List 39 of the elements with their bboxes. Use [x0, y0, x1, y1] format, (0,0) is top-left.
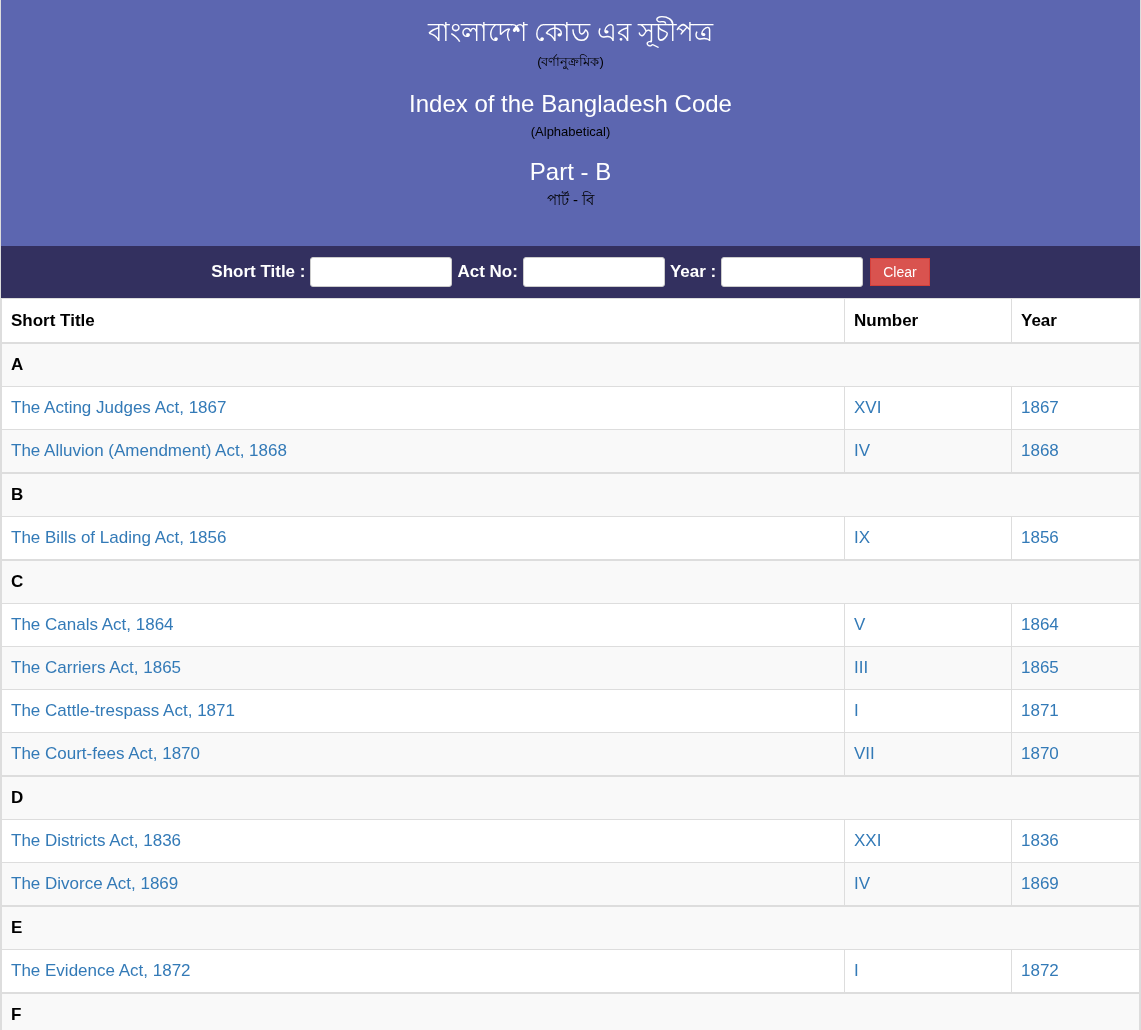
- act-title-link[interactable]: The Alluvion (Amendment) Act, 1868: [1, 429, 845, 473]
- act-title-link[interactable]: The Canals Act, 1864: [1, 603, 845, 647]
- page-title: Index of the Bangladesh Code: [409, 89, 732, 119]
- table-cell: I: [844, 689, 1012, 733]
- act-title-link[interactable]: The Evidence Act, 1872: [1, 949, 845, 993]
- letter-heading: A: [1, 343, 1140, 387]
- filter-label: Year :: [669, 262, 717, 282]
- bengali-title: বাংলাদেশ কোড এর সূচীপত্র: [427, 15, 714, 50]
- act-title-link[interactable]: The Carriers Act, 1865: [1, 646, 845, 690]
- table-cell: XXI: [844, 819, 1012, 863]
- letter-heading: F: [1, 993, 1140, 1030]
- filter-input[interactable]: [721, 257, 864, 287]
- act-title-link[interactable]: The Acting Judges Act, 1867: [1, 386, 845, 430]
- letter-heading: C: [1, 560, 1140, 604]
- filter-label: Act No:: [457, 262, 518, 282]
- page-subtitle: (Alphabetical): [530, 123, 611, 141]
- filter-label: Short Title :: [211, 262, 306, 282]
- table-cell: 1867: [1011, 386, 1140, 430]
- table-cell: XVI: [844, 386, 1012, 430]
- table-cell: 1836: [1011, 819, 1140, 863]
- table-cell: 1871: [1011, 689, 1140, 733]
- table-cell: 1865: [1011, 646, 1140, 690]
- table-cell: III: [844, 646, 1012, 690]
- filter-input[interactable]: [522, 257, 665, 287]
- bengali-part-title: পার্ট - বি: [546, 190, 595, 210]
- clear-button[interactable]: Clear: [870, 258, 930, 286]
- act-title-link[interactable]: The Divorce Act, 1869: [1, 862, 845, 906]
- table-cell: V: [844, 603, 1012, 647]
- table-cell: 1864: [1011, 603, 1140, 647]
- bengali-subtitle: (বর্ণানুক্রমিক): [537, 53, 604, 72]
- act-title-link[interactable]: The Court-fees Act, 1870: [1, 732, 845, 776]
- letter-heading: E: [1, 906, 1140, 950]
- filter-input[interactable]: [310, 257, 453, 287]
- part-title: Part - B: [529, 157, 612, 187]
- act-title-link[interactable]: The Districts Act, 1836: [1, 819, 845, 863]
- letter-heading: B: [1, 473, 1140, 517]
- act-title-link[interactable]: The Cattle-trespass Act, 1871: [1, 689, 845, 733]
- act-title-link[interactable]: The Bills of Lading Act, 1856: [1, 516, 845, 560]
- letter-heading: D: [1, 776, 1140, 820]
